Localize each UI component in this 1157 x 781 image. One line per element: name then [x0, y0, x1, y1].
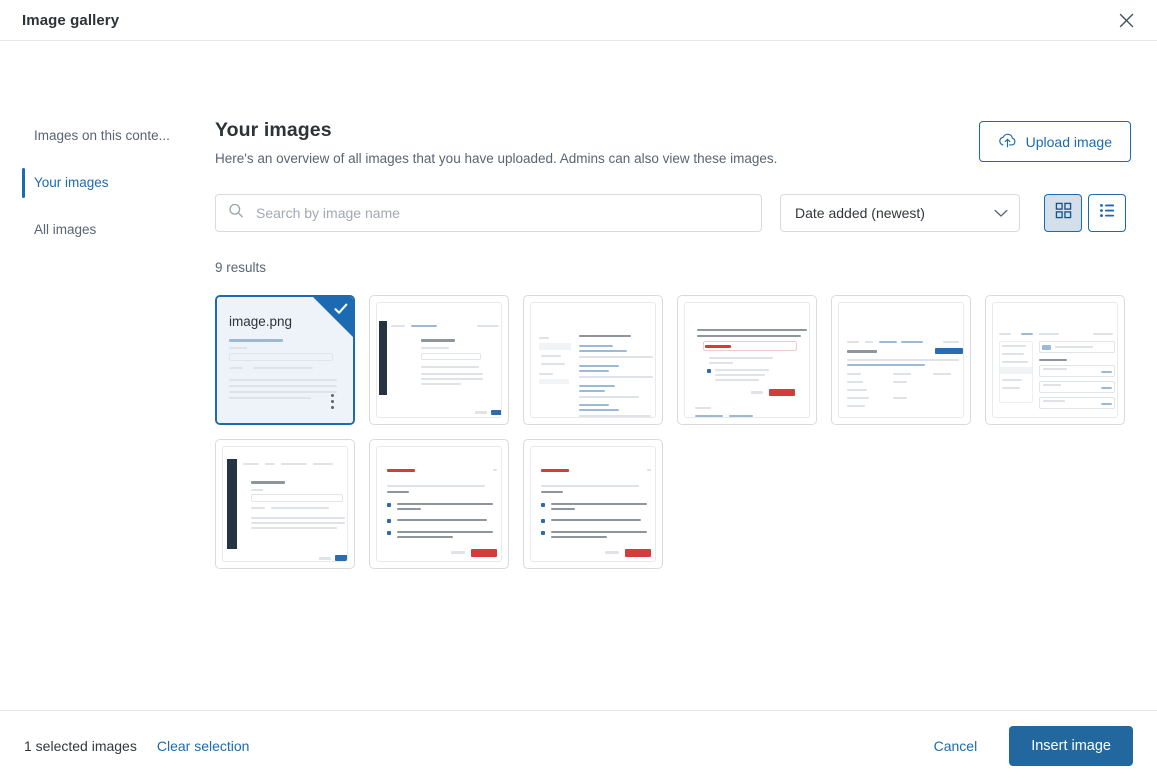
modal-header: Image gallery [0, 0, 1157, 41]
results-count: 9 results [215, 260, 267, 275]
section-subtitle: Here's an overview of all images that yo… [215, 151, 778, 166]
sidebar-item-all-images[interactable]: All images [22, 213, 213, 247]
check-icon [334, 302, 348, 320]
list-icon [1099, 202, 1116, 224]
grid-view-button[interactable] [1044, 194, 1082, 232]
image-thumbnail [684, 302, 810, 418]
insert-image-button[interactable]: Insert image [1009, 726, 1133, 766]
modal-footer: 1 selected images Clear selection Cancel… [0, 710, 1157, 781]
heading-block: Your images Here's an overview of all im… [215, 119, 777, 166]
sort-dropdown[interactable]: Date added (newest) [780, 194, 1020, 232]
image-options-menu-icon[interactable] [324, 391, 340, 411]
content-header: Your images Here's an overview of all im… [215, 119, 1131, 166]
sidebar-item-images-on-this-content[interactable]: Images on this conte... [22, 119, 213, 153]
sidebar-item-label: Images on this conte... [34, 128, 170, 143]
main-content: Your images Here's an overview of all im… [213, 41, 1157, 710]
image-card[interactable] [677, 295, 817, 425]
image-gallery-modal: Image gallery Images on this conte... Yo… [0, 0, 1157, 781]
thumbnail-artwork [531, 447, 655, 561]
sidebar-item-label: Your images [34, 175, 109, 190]
close-icon[interactable] [1113, 7, 1139, 33]
image-thumbnail [838, 302, 964, 418]
thumbnail-artwork [223, 447, 347, 561]
view-toggle-group [1044, 194, 1126, 232]
section-title: Your images [215, 119, 332, 141]
footer-actions: Cancel Insert image [928, 726, 1133, 766]
upload-image-label: Upload image [1025, 133, 1112, 150]
cancel-button[interactable]: Cancel [928, 730, 984, 762]
image-card-selected[interactable]: image.png [215, 295, 355, 425]
image-thumbnail [992, 302, 1118, 418]
image-card[interactable] [831, 295, 971, 425]
thumbnail-artwork [377, 303, 501, 417]
image-thumbnail [530, 302, 656, 418]
image-thumbnail [222, 446, 348, 562]
image-card[interactable] [369, 439, 509, 569]
gallery-toolbar: Date added (newest) [215, 194, 1131, 232]
thumbnail-artwork [993, 303, 1117, 417]
sidebar-item-your-images[interactable]: Your images [22, 166, 213, 200]
sidebar: Images on this conte... Your images All … [0, 41, 213, 710]
thumbnail-artwork [531, 303, 655, 417]
cloud-upload-icon [998, 132, 1017, 151]
image-thumbnail [376, 446, 502, 562]
image-grid: image.png [215, 295, 1131, 569]
clear-selection-button[interactable]: Clear selection [157, 738, 250, 754]
image-card[interactable] [985, 295, 1125, 425]
image-card[interactable] [523, 439, 663, 569]
list-view-button[interactable] [1088, 194, 1126, 232]
upload-image-button[interactable]: Upload image [978, 121, 1131, 162]
thumbnail-artwork [685, 303, 809, 417]
selected-count-label: 1 selected images [24, 738, 137, 754]
image-card[interactable] [369, 295, 509, 425]
sidebar-item-label: All images [34, 222, 97, 237]
page-title: Image gallery [22, 11, 120, 29]
footer-left: 1 selected images Clear selection [24, 738, 249, 754]
image-thumbnail [376, 302, 502, 418]
sort-dropdown-value: Date added (newest) [795, 205, 925, 221]
image-card[interactable] [523, 295, 663, 425]
grid-icon [1055, 202, 1072, 224]
modal-body: Images on this conte... Your images All … [0, 41, 1157, 710]
thumbnail-artwork [377, 447, 501, 561]
chevron-down-icon [994, 205, 1008, 221]
search-field [215, 194, 762, 232]
image-card[interactable] [215, 439, 355, 569]
image-file-name: image.png [229, 314, 293, 329]
search-input[interactable] [215, 194, 762, 232]
thumbnail-artwork [839, 303, 963, 417]
image-thumbnail [530, 446, 656, 562]
